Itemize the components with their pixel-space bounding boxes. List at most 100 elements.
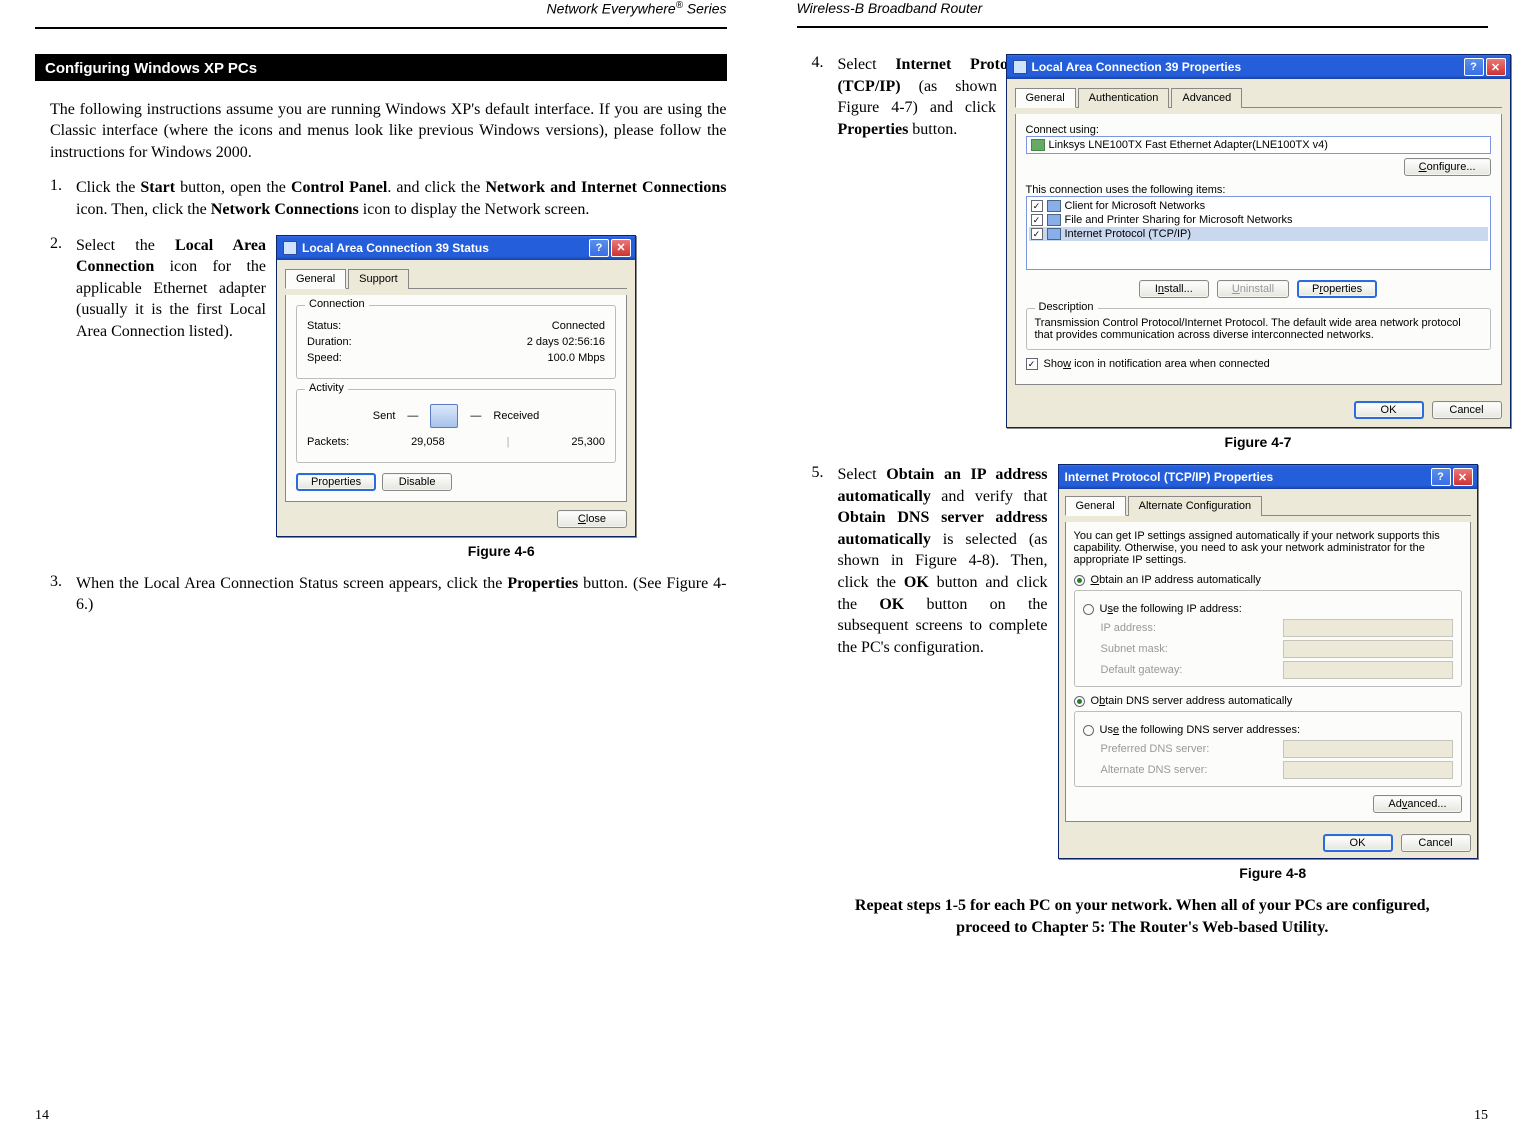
tab-general[interactable]: General — [285, 269, 346, 289]
items-label: This connection uses the following items… — [1026, 184, 1491, 196]
titlebar[interactable]: Local Area Connection 39 Status ? ✕ — [277, 236, 635, 260]
titlebar[interactable]: Local Area Connection 39 Properties ? ✕ — [1007, 55, 1510, 79]
group-connection: Connection Status:Connected Duration:2 d… — [296, 305, 616, 379]
alt-dns-field — [1283, 761, 1453, 779]
adapter-name: Linksys LNE100TX Fast Ethernet Adapter(L… — [1049, 139, 1328, 151]
item-label: Client for Microsoft Networks — [1065, 200, 1206, 212]
section-title-bar: Configuring Windows XP PCs — [35, 54, 727, 81]
bold: Properties — [507, 575, 578, 592]
properties-button[interactable]: Properties — [296, 473, 376, 491]
radio-icon[interactable] — [1074, 575, 1085, 586]
t: button. — [908, 121, 957, 138]
step-number: 5. — [812, 464, 838, 881]
checkbox-icon[interactable]: ✓ — [1031, 200, 1043, 212]
disable-button[interactable]: Disable — [382, 473, 452, 491]
connect-using-label: Connect using: — [1026, 124, 1491, 136]
ok-button[interactable]: OK — [1323, 834, 1393, 852]
list-item[interactable]: ✓ Client for Microsoft Networks — [1029, 199, 1488, 213]
help-button[interactable]: ? — [589, 239, 609, 257]
item-label: Internet Protocol (TCP/IP) — [1065, 228, 1192, 240]
radio-obtain-ip[interactable]: Obtain an IP address automatically — [1074, 574, 1462, 586]
header-rule — [797, 26, 1489, 28]
packets-sent: 29,058 — [411, 436, 445, 448]
radio-label: Obtain an IP address automatically — [1091, 574, 1261, 586]
cancel-button[interactable]: Cancel — [1401, 834, 1471, 852]
help-button[interactable]: ? — [1464, 58, 1484, 76]
group-activity: Activity Sent — — Received — [296, 389, 616, 463]
tab-authentication[interactable]: Authentication — [1078, 88, 1170, 108]
show-icon-label: Show icon in notification area when conn… — [1044, 358, 1270, 370]
connection-properties-dialog: Local Area Connection 39 Properties ? ✕ … — [1006, 54, 1511, 428]
subnet-mask-field — [1283, 640, 1453, 658]
label: Status: — [307, 320, 341, 332]
checkbox-icon[interactable]: ✓ — [1031, 228, 1043, 240]
page-number: 15 — [1474, 1108, 1488, 1124]
subnet-mask-label: Subnet mask: — [1101, 643, 1273, 655]
group-title: Connection — [305, 298, 369, 310]
window-icon — [1013, 60, 1027, 74]
t: Select the — [76, 237, 175, 254]
radio-icon[interactable] — [1074, 696, 1085, 707]
item-properties-button[interactable]: Properties — [1297, 280, 1377, 298]
radio-icon[interactable] — [1083, 604, 1094, 615]
description-text: Transmission Control Protocol/Internet P… — [1035, 317, 1482, 341]
advanced-button[interactable]: Advanced... — [1373, 795, 1461, 813]
radio-icon[interactable] — [1083, 725, 1094, 736]
close-dialog-button[interactable]: Close — [557, 510, 627, 528]
items-listbox[interactable]: ✓ Client for Microsoft Networks ✓ File a… — [1026, 196, 1491, 270]
tabs: General Authentication Advanced — [1015, 87, 1502, 108]
radio-use-dns[interactable]: Use the following DNS server addresses: — [1083, 724, 1453, 736]
list-item[interactable]: ✓ File and Printer Sharing for Microsoft… — [1029, 213, 1488, 227]
cancel-button[interactable]: Cancel — [1432, 401, 1502, 419]
tab-general[interactable]: General — [1015, 88, 1076, 108]
install-button[interactable]: Install... — [1139, 280, 1209, 298]
t: icon. Then, click the — [76, 201, 211, 218]
radio-use-ip[interactable]: Use the following IP address: — [1083, 603, 1453, 615]
page-left: Network Everywhere® Series Configuring W… — [0, 0, 762, 1132]
status-dialog: Local Area Connection 39 Status ? ✕ Gene… — [276, 235, 636, 537]
tab-general[interactable]: General — [1065, 496, 1126, 516]
tab-alternate[interactable]: Alternate Configuration — [1128, 496, 1263, 516]
t: and verify that — [931, 488, 1048, 505]
sent-label: Sent — [373, 410, 396, 422]
static-dns-group: Use the following DNS server addresses: … — [1074, 711, 1462, 787]
ok-button[interactable]: OK — [1354, 401, 1424, 419]
list-item-selected[interactable]: ✓ Internet Protocol (TCP/IP) — [1029, 227, 1488, 241]
configure-button[interactable]: Configure... — [1404, 158, 1491, 176]
show-icon-checkbox[interactable]: ✓ — [1026, 358, 1038, 370]
t: When the Local Area Connection Status sc… — [76, 575, 507, 592]
bold: Control Panel — [291, 179, 387, 196]
bold: OK — [879, 596, 904, 613]
step-number: 3. — [50, 573, 76, 616]
bold: Network and Internet Connections — [485, 179, 726, 196]
page-number: 14 — [35, 1108, 49, 1124]
nic-icon — [1031, 139, 1045, 151]
t: icon to display the Network screen. — [359, 201, 590, 218]
bold: OK — [904, 574, 929, 591]
tab-advanced[interactable]: Advanced — [1171, 88, 1242, 108]
close-button[interactable]: ✕ — [1486, 58, 1506, 76]
figure-4-6: Local Area Connection 39 Status ? ✕ Gene… — [276, 235, 727, 559]
close-button[interactable]: ✕ — [611, 239, 631, 257]
uninstall-button[interactable]: Uninstall — [1217, 280, 1289, 298]
help-button[interactable]: ? — [1431, 468, 1451, 486]
radio-label: Use the following DNS server addresses: — [1100, 724, 1301, 736]
step-3: 3. When the Local Area Connection Status… — [50, 573, 727, 616]
close-button[interactable]: ✕ — [1453, 468, 1473, 486]
t: . and click the — [387, 179, 485, 196]
value: 2 days 02:56:16 — [527, 336, 605, 348]
checkbox-icon[interactable]: ✓ — [1031, 214, 1043, 226]
description-title: Description — [1035, 301, 1098, 313]
radio-obtain-dns[interactable]: Obtain DNS server address automatically — [1074, 695, 1462, 707]
component-icon — [1047, 200, 1061, 212]
window-icon — [283, 241, 297, 255]
figure-4-7: Local Area Connection 39 Properties ? ✕ … — [1006, 54, 1511, 450]
tabs: General Support — [285, 268, 627, 289]
packets-received: 25,300 — [571, 436, 605, 448]
bold: Properties — [838, 121, 909, 138]
titlebar[interactable]: Internet Protocol (TCP/IP) Properties ? … — [1059, 465, 1477, 489]
figure-4-8: Internet Protocol (TCP/IP) Properties ? … — [1058, 464, 1489, 881]
window-title: Local Area Connection 39 Status — [302, 241, 589, 255]
header-left: Network Everywhere® Series — [35, 0, 727, 19]
tab-support[interactable]: Support — [348, 269, 409, 289]
